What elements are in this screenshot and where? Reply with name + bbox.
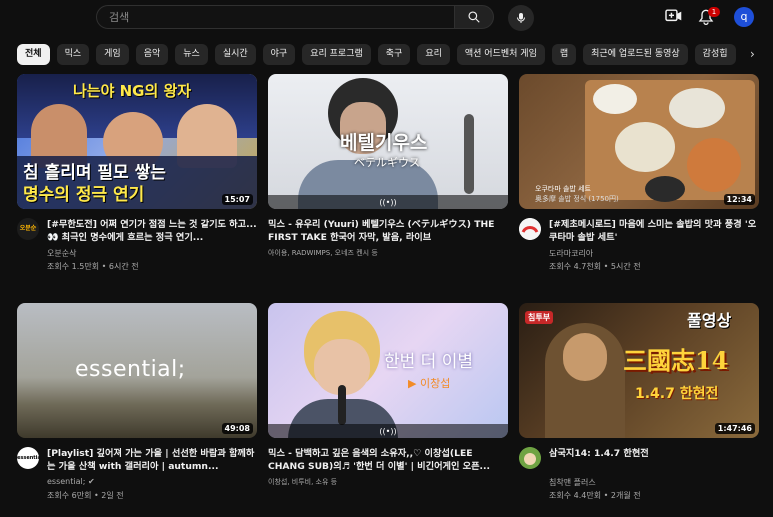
dish: [687, 138, 741, 192]
chip-cooking[interactable]: 요리: [417, 44, 450, 65]
video-thumbnail[interactable]: 오쿠타마 솔밥 세트 奥多摩 솔밥 정식 (1750円) 12:34: [519, 74, 759, 209]
microphone-icon: [517, 13, 525, 23]
chip-all[interactable]: 전체: [17, 44, 50, 65]
chip-soccer[interactable]: 축구: [377, 44, 411, 65]
chip-news[interactable]: 뉴스: [175, 44, 208, 65]
video-thumbnail[interactable]: 베텔기우스 ベテルギウス ((•)): [268, 74, 508, 209]
video-card[interactable]: 베텔기우스 ベテルギウス ((•)) 믹스 - 유우리 (Yuuri) 베텔기우…: [268, 74, 508, 288]
channel-name[interactable]: 아이용, RADWIMPS, 오네즈 켄시 등: [268, 248, 478, 258]
thumbnail-caption: 명수의 정극 연기: [23, 185, 145, 205]
chip-live[interactable]: 실시간: [214, 44, 256, 65]
thumbnail-caption: 나는야 NG의 왕자: [73, 82, 192, 100]
video-thumbnail[interactable]: essential; 49:08: [17, 303, 257, 438]
video-stats: 조회수 4.4만회 • 2개월 전: [549, 491, 641, 500]
thumbnail-caption: 오쿠타마 솔밥 세트: [535, 185, 591, 193]
video-duration: 15:07: [221, 194, 253, 205]
dish: [669, 88, 725, 128]
thumbnail-caption: ▶ 이창섭: [408, 377, 451, 390]
chip-music[interactable]: 음악: [135, 44, 169, 65]
account-avatar[interactable]: q: [734, 7, 754, 27]
channel-name[interactable]: essential; ✔: [47, 477, 257, 486]
thumbnail-caption: 침투부: [525, 311, 554, 324]
mix-indicator: ((•)): [268, 424, 508, 438]
search-box[interactable]: [96, 5, 454, 29]
microphone-stand: [464, 114, 474, 194]
chip-cooking-shows[interactable]: 요리 프로그램: [302, 44, 371, 65]
chip-mix[interactable]: 믹스: [56, 44, 90, 65]
channel-name[interactable]: 이창섭, 비투비, 소유 등: [268, 477, 478, 487]
thumbnail-caption: 1.4.7 한현전: [635, 386, 719, 402]
video-meta: 믹스 - 담백하고 깊은 음색의 소유자,,♡ 이창섭(LEE CHANG SU…: [268, 447, 508, 517]
channel-name[interactable]: 오분순삭: [47, 248, 257, 259]
channel-avatar[interactable]: 오분순삭: [17, 218, 39, 240]
video-title[interactable]: [#제초메시로드] 마음에 스미는 솔밥의 맛과 풍경 '오쿠타마 솔밥 세트': [549, 218, 759, 244]
channel-name[interactable]: 도라마코리아: [549, 248, 759, 259]
channel-name[interactable]: 침착맨 플러스: [549, 477, 759, 488]
create-video-icon: [665, 9, 682, 22]
video-thumbnail[interactable]: 나는야 NG의 왕자 침 흘리며 필모 쌓는 명수의 정극 연기 15:07: [17, 74, 257, 209]
warrior-figure: [563, 333, 607, 381]
thumbnail-caption: ベテルギウス: [354, 156, 420, 169]
chip-recently-uploaded[interactable]: 최근에 업로드된 동영상: [583, 44, 688, 65]
video-title[interactable]: [#무한도전] 어쩌 연기가 점점 느는 것 같기도 하고...👀 최극인 명수…: [47, 218, 257, 244]
broadcast-icon: ((•)): [379, 197, 397, 207]
microphone: [338, 385, 346, 425]
video-stats: 조회수 6만회 • 2일 전: [47, 491, 124, 500]
chip-gaming[interactable]: 게임: [96, 44, 129, 65]
video-meta: 믹스 - 유우리 (Yuuri) 베텔기우스 (ベテルギウス) THE FIRS…: [268, 218, 508, 288]
video-title[interactable]: 삼국지14: 1.4.7 한현전: [549, 447, 759, 460]
video-meta: 삼국지14: 1.4.7 한현전 침착맨 플러스 조회수 4.4만회 • 2개월…: [519, 447, 759, 517]
channel-logo-icon: [519, 218, 541, 240]
video-card[interactable]: 침투부 풀영상 三國志14 1.4.7 한현전 1:47:46 삼국지14: 1…: [519, 303, 759, 517]
channel-avatar[interactable]: [519, 447, 541, 469]
dish: [645, 176, 685, 202]
thumbnail-caption: 풀영상: [687, 311, 732, 330]
video-thumbnail[interactable]: 침투부 풀영상 三國志14 1.4.7 한현전 1:47:46: [519, 303, 759, 438]
chip-action-adventure[interactable]: 액션 어드벤처 게임: [456, 44, 545, 65]
video-title[interactable]: 믹스 - 담백하고 깊은 음색의 소유자,,♡ 이창섭(LEE CHANG SU…: [268, 447, 498, 473]
video-card[interactable]: 오쿠타마 솔밥 세트 奥多摩 솔밥 정식 (1750円) 12:34 [#제초메…: [519, 74, 759, 288]
chip-baseball[interactable]: 야구: [262, 44, 296, 65]
video-meta: [#제초메시로드] 마음에 스미는 솔밥의 맛과 풍경 '오쿠타마 솔밥 세트'…: [519, 218, 759, 288]
thumbnail-caption: essential;: [75, 357, 186, 382]
thumbnail-caption: 奥多摩 솔밥 정식 (1750円): [535, 195, 619, 203]
video-card[interactable]: essential; 49:08 essential; [Playlist] 깊…: [17, 303, 257, 517]
video-meta: essential; [Playlist] 깊어져 가는 가을 | 선선한 바람…: [17, 447, 257, 517]
masthead: 1 q: [0, 0, 773, 36]
channel-logo-icon: [519, 447, 541, 469]
search-icon: [468, 11, 480, 23]
video-title[interactable]: [Playlist] 깊어져 가는 가을 | 선선한 바람과 함께하는 가을 산…: [47, 447, 257, 473]
mix-indicator: ((•)): [268, 195, 508, 209]
thumbnail-caption: 한번 더 이별: [384, 352, 474, 372]
channel-avatar[interactable]: [519, 218, 541, 240]
voice-search-button[interactable]: [508, 5, 534, 31]
video-duration: 12:34: [723, 194, 755, 205]
dish: [615, 122, 675, 172]
thumbnail-caption: 三國志14: [623, 346, 729, 375]
video-duration: 49:08: [221, 423, 253, 434]
video-meta: 오분순삭 [#무한도전] 어쩌 연기가 점점 느는 것 같기도 하고...👀 최…: [17, 218, 257, 288]
create-button[interactable]: [665, 8, 683, 28]
video-card[interactable]: 한번 더 이별 ▶ 이창섭 ((•)) 믹스 - 담백하고 깊은 음색의 소유자…: [268, 303, 508, 517]
video-title[interactable]: 믹스 - 유우리 (Yuuri) 베텔기우스 (ベテルギウス) THE FIRS…: [268, 218, 498, 244]
notification-badge: 1: [708, 7, 720, 17]
thumbnail-caption: 베텔기우스: [340, 132, 428, 154]
video-stats: 조회수 4.7천회 • 5시간 전: [549, 262, 641, 271]
channel-avatar[interactable]: essential;: [17, 447, 39, 469]
category-chips: 전체 믹스 게임 음악 뉴스 실시간 야구 요리 프로그램 축구 요리 액션 어드벤처 게임 랩 최근에…: [17, 44, 747, 66]
dish: [593, 84, 637, 114]
chip-rap[interactable]: 랩: [551, 44, 577, 65]
video-card[interactable]: 나는야 NG의 왕자 침 흘리며 필모 쌓는 명수의 정극 연기 15:07 오…: [17, 74, 257, 288]
video-thumbnail[interactable]: 한번 더 이별 ▶ 이창섭 ((•)): [268, 303, 508, 438]
search-button[interactable]: [454, 5, 494, 29]
broadcast-icon: ((•)): [379, 426, 397, 436]
search-input[interactable]: [97, 6, 429, 29]
chevron-right-icon[interactable]: ›: [750, 47, 755, 61]
chip-emotional-hiphop[interactable]: 감성힙: [694, 44, 736, 65]
video-stats: 조회수 1.5만회 • 6시간 전: [47, 262, 139, 271]
video-duration: 1:47:46: [714, 423, 755, 434]
